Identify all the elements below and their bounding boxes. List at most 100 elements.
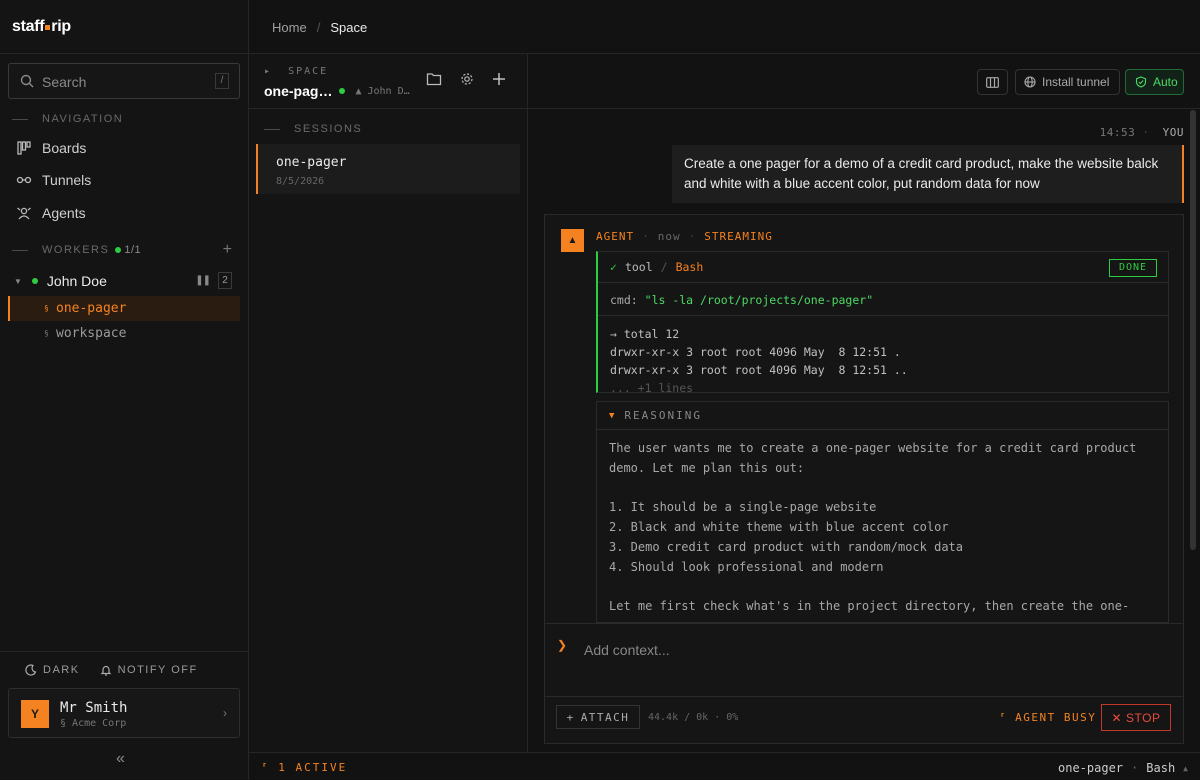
divider [598, 315, 1168, 316]
attach-button[interactable]: + ATTACH [556, 705, 640, 729]
reasoning-text: The user wants me to create a one-pager … [609, 441, 1137, 614]
plus-icon: + [566, 710, 575, 724]
folder-icon[interactable] [426, 72, 442, 86]
agents-icon [16, 205, 34, 221]
space-label: ▸ SPACE [264, 66, 329, 77]
add-worker-icon[interactable]: + [223, 241, 232, 259]
spinner-icon: ⸢ [999, 711, 1008, 724]
composer: ❯ Add context... + ATTACH 44.4k / 0k · 0%… [545, 623, 1183, 743]
pause-icon[interactable]: ❚❚ [195, 275, 211, 286]
user-message-meta: 14:53 · YOU [1099, 126, 1184, 139]
space-title: one-pag… ▲ John D… [264, 83, 410, 99]
context-input[interactable]: Add context... [584, 642, 670, 658]
online-dot [115, 247, 122, 253]
agent-status: STREAMING [704, 230, 773, 243]
navigation-section-label: NAVIGATION [12, 113, 123, 125]
worker-session-workspace[interactable]: § workspace [8, 321, 240, 346]
add-session-icon[interactable] [492, 72, 506, 86]
message-time: 14:53 [1099, 126, 1136, 139]
session-count-badge: 2 [218, 272, 232, 289]
nav-item-tunnels[interactable]: Tunnels [16, 168, 91, 192]
shield-check-icon [1135, 76, 1147, 88]
worker-row[interactable]: ▼ John Doe ❚❚ 2 [14, 271, 236, 291]
collapse-sidebar-icon[interactable]: « [116, 750, 125, 768]
install-tunnel-button[interactable]: Install tunnel [1015, 69, 1120, 95]
tool-command: cmd: "ls -la /root/projects/one-pager" [610, 293, 874, 307]
output-line: drwxr-xr-x 3 root root 4096 May 8 12:51 … [610, 345, 901, 359]
worker-session-label: one-pager [56, 301, 127, 316]
user-card[interactable]: Y Mr Smith § Acme Corp › [8, 688, 240, 738]
active-count: ⸢ 1 ACTIVE [261, 761, 348, 774]
nav-item-label: Agents [42, 205, 86, 221]
check-icon: ✓ [610, 260, 617, 274]
workers-section-label: WORKERS 1/1 [12, 244, 141, 256]
branch-icon: § [44, 329, 49, 338]
gear-icon[interactable] [460, 72, 474, 86]
user-message: Create a one pager for a demo of a credi… [672, 145, 1184, 203]
search-placeholder: Search [42, 74, 87, 90]
agent-avatar: ▲ [561, 229, 584, 252]
status-right: one-pager · Bash ▲ [1058, 761, 1188, 775]
divider [0, 651, 249, 652]
worker-session-label: workspace [56, 326, 127, 341]
breadcrumb-separator: / [316, 20, 321, 35]
nav-item-label: Tunnels [42, 172, 92, 188]
prompt-caret-icon: ❯ [557, 638, 568, 652]
tool-call-header[interactable]: ✓ tool / Bash DONE [598, 252, 1168, 283]
chat-panel: Install tunnel Auto 14:53 · YOU Create a… [528, 54, 1200, 752]
user-name: Mr Smith [60, 700, 128, 716]
message-sender: YOU [1162, 126, 1184, 139]
session-card[interactable]: one-pager 8/5/2026 [256, 144, 520, 194]
status-tool: Bash [1146, 761, 1176, 775]
moon-icon [25, 664, 37, 676]
breadcrumb-home[interactable]: Home [272, 20, 307, 35]
chat-toolbar: Install tunnel Auto [528, 54, 1200, 109]
caret-up-icon[interactable]: ▲ [1183, 764, 1188, 775]
output-more[interactable]: ... +1 lines [610, 379, 908, 392]
reasoning-header[interactable]: ▼ REASONING [597, 402, 1168, 430]
online-dot [31, 278, 38, 284]
stop-button[interactable]: ✕ STOP [1101, 704, 1171, 731]
nav-item-agents[interactable]: Agents [16, 201, 86, 225]
chat-scrollbar[interactable] [1190, 110, 1196, 550]
worker-name: John Doe [46, 273, 107, 289]
tool-call-card[interactable]: ✓ tool / Bash DONE cmd: "ls -la /root/pr… [596, 251, 1169, 393]
online-dot [339, 88, 346, 94]
logo-dot [45, 25, 51, 30]
reasoning-card: ▼ REASONING The user wants me to create … [596, 401, 1169, 623]
search-shortcut: / [215, 73, 229, 89]
nav-item-boards[interactable]: Boards [16, 136, 86, 160]
auto-mode-button[interactable]: Auto [1125, 69, 1184, 95]
breadcrumb-current: Space [330, 20, 368, 35]
status-session: one-pager [1058, 761, 1124, 775]
toggles: DARK NOTIFY OFF [25, 664, 198, 676]
breadcrumb: Home / Space [272, 20, 367, 35]
worker-session-one-pager[interactable]: § one-pager [8, 296, 240, 321]
divider [545, 696, 1183, 697]
search-icon [20, 74, 34, 88]
tool-name: Bash [675, 260, 704, 274]
divider [0, 53, 249, 54]
status-badge: DONE [1109, 259, 1157, 277]
sidebar: staff rip Search / NAVIGATION Boards Tunn… [0, 0, 249, 780]
expand-caret-icon[interactable]: ▼ [14, 277, 22, 286]
tunnel-icon [16, 172, 34, 188]
tool-kind: tool [624, 260, 653, 274]
search-input[interactable]: Search / [8, 63, 240, 99]
output-line: → total 12 [610, 327, 680, 341]
session-name: one-pager [276, 155, 347, 170]
sessions-section-label: SESSIONS [264, 123, 362, 135]
notify-toggle[interactable]: NOTIFY OFF [100, 664, 198, 676]
layout-toggle-button[interactable] [977, 69, 1008, 95]
topbar: Home / Space [249, 0, 1200, 54]
close-icon: ✕ [1111, 710, 1123, 725]
bell-icon [100, 664, 112, 676]
workers-count: 1/1 [124, 244, 142, 256]
token-usage: 44.4k / 0k · 0% [648, 712, 739, 723]
agent-busy-indicator: ⸢ AGENT BUSY [999, 711, 1097, 724]
columns-icon [986, 76, 999, 88]
logo[interactable]: staff rip [12, 18, 71, 36]
theme-toggle[interactable]: DARK [25, 664, 80, 676]
chevron-right-icon: › [223, 706, 227, 720]
sessions-panel: ▸ SPACE one-pag… ▲ John D… SESSIONS one-… [249, 54, 528, 752]
